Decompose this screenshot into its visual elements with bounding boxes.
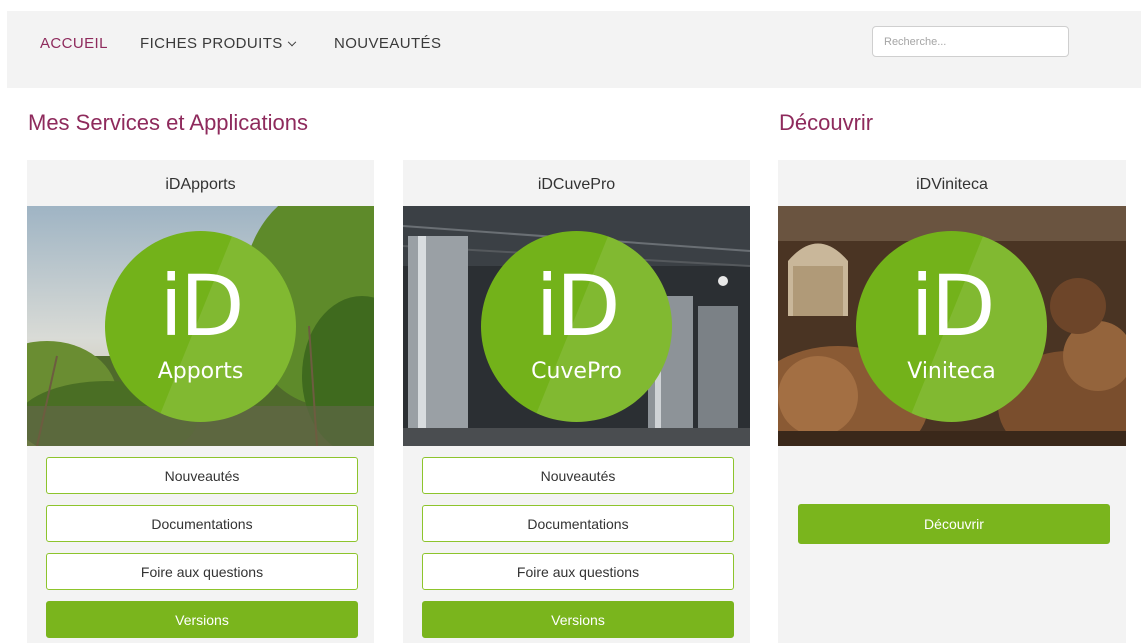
card-title: iDApports [165, 176, 236, 193]
versions-button[interactable]: Versions [46, 601, 358, 638]
logo-name: Viniteca [907, 359, 996, 384]
card-title: iDViniteca [916, 176, 988, 193]
nouveautes-button[interactable]: Nouveautés [46, 457, 358, 494]
vineyard-photo: iD Apports [27, 206, 374, 446]
idapports-logo: iD Apports [105, 231, 296, 422]
nav-fiches-produits-label: FICHES PRODUITS [140, 35, 283, 52]
logo-mark: iD [159, 257, 244, 355]
nouveautes-button[interactable]: Nouveautés [422, 457, 734, 494]
documentations-button[interactable]: Documentations [422, 505, 734, 542]
services-section-title: Mes Services et Applications [28, 110, 309, 135]
card-title: iDCuvePro [537, 176, 616, 193]
top-navbar: ACCUEIL FICHES PRODUITS NOUVEAUTÉS [7, 11, 1141, 88]
card-idcuvepro: iDCuvePro iD CuvePro Nouveautés Document… [403, 160, 750, 643]
chevron-down-icon [287, 37, 296, 47]
nav-nouveautes[interactable]: NOUVEAUTÉS [334, 35, 441, 52]
idcuvepro-logo: iD CuvePro [481, 231, 672, 422]
card-idapports: iDApports iD Apports Nouveautés Document… [27, 160, 374, 643]
logo-mark: iD [910, 257, 995, 355]
winery-tanks-photo: iD CuvePro [403, 206, 750, 446]
logo-mark: iD [535, 257, 620, 355]
discover-section-title: Découvrir [779, 110, 874, 135]
versions-button[interactable]: Versions [422, 601, 734, 638]
documentations-button[interactable]: Documentations [46, 505, 358, 542]
decouvrir-button[interactable]: Découvrir [798, 504, 1110, 544]
logo-name: CuvePro [531, 359, 622, 384]
nav-fiches-produits[interactable]: FICHES PRODUITS [140, 35, 296, 52]
logo-name: Apports [157, 359, 244, 384]
faq-button[interactable]: Foire aux questions [422, 553, 734, 590]
faq-button[interactable]: Foire aux questions [46, 553, 358, 590]
card-idviniteca: iDViniteca iD Viniteca Découvrir [778, 160, 1126, 643]
wine-cellar-photo: iD Viniteca [778, 206, 1126, 446]
nav-accueil[interactable]: ACCUEIL [40, 35, 108, 52]
search-input[interactable] [872, 26, 1069, 57]
idviniteca-logo: iD Viniteca [856, 231, 1047, 422]
